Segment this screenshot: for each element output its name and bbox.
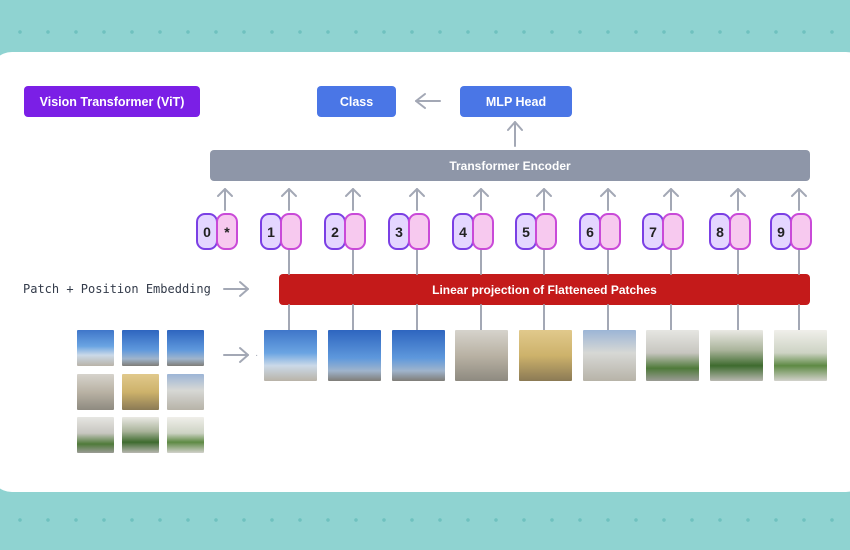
position-token: 0: [196, 213, 218, 250]
flat-patch-9: [774, 330, 827, 381]
position-token: 4: [452, 213, 474, 250]
projection-to-token-lines: [288, 249, 800, 275]
position-token: 5: [515, 213, 537, 250]
flat-patch-5: [519, 330, 572, 381]
grid-patch-8: [122, 417, 159, 453]
flat-patch-3: [392, 330, 445, 381]
flat-patch-2: [328, 330, 381, 381]
position-token: 9: [770, 213, 792, 250]
grid-patch-1: [77, 330, 114, 366]
grid-patch-2: [122, 330, 159, 366]
patch-embedding-token: [599, 213, 621, 250]
flat-patch-1: [264, 330, 317, 381]
patch-embedding-token: [662, 213, 684, 250]
patch-embedding-token: [729, 213, 751, 250]
patch-embedding-token: [535, 213, 557, 250]
token-up-arrows: [217, 188, 807, 211]
token-pair-5: 5: [515, 213, 557, 250]
grid-patch-3: [167, 330, 204, 366]
grid-patch-4: [77, 374, 114, 410]
patch-to-projection-lines: [288, 304, 800, 331]
position-token: 2: [324, 213, 346, 250]
token-pair-1: 1: [260, 213, 302, 250]
flat-patch-7: [646, 330, 699, 381]
patch-embedding-token: [790, 213, 812, 250]
token-pair-4: 4: [452, 213, 494, 250]
patch-embedding-token: [408, 213, 430, 250]
position-token: 6: [579, 213, 601, 250]
position-token: 1: [260, 213, 282, 250]
patch-embedding-token: [280, 213, 302, 250]
token-pair-7: 7: [642, 213, 684, 250]
flat-patch-4: [455, 330, 508, 381]
flat-patch-8: [710, 330, 763, 381]
token-pair-2: 2: [324, 213, 366, 250]
grid-patch-5: [122, 374, 159, 410]
token-pair-9: 9: [770, 213, 812, 250]
class-token: *: [216, 213, 238, 250]
position-token: 3: [388, 213, 410, 250]
grid-patch-7: [77, 417, 114, 453]
token-pair-3: 3: [388, 213, 430, 250]
grid-patch-9: [167, 417, 204, 453]
svg-text:·: ·: [255, 350, 258, 361]
connector-arrows: ·: [217, 93, 807, 363]
position-token: 8: [709, 213, 731, 250]
position-token: 7: [642, 213, 664, 250]
token-pair-6: 6: [579, 213, 621, 250]
patch-embedding-token: [472, 213, 494, 250]
patch-embedding-token: [344, 213, 366, 250]
grid-patch-6: [167, 374, 204, 410]
flat-patch-6: [583, 330, 636, 381]
token-pair-8: 8: [709, 213, 751, 250]
token-pair-0: 0 *: [196, 213, 238, 250]
